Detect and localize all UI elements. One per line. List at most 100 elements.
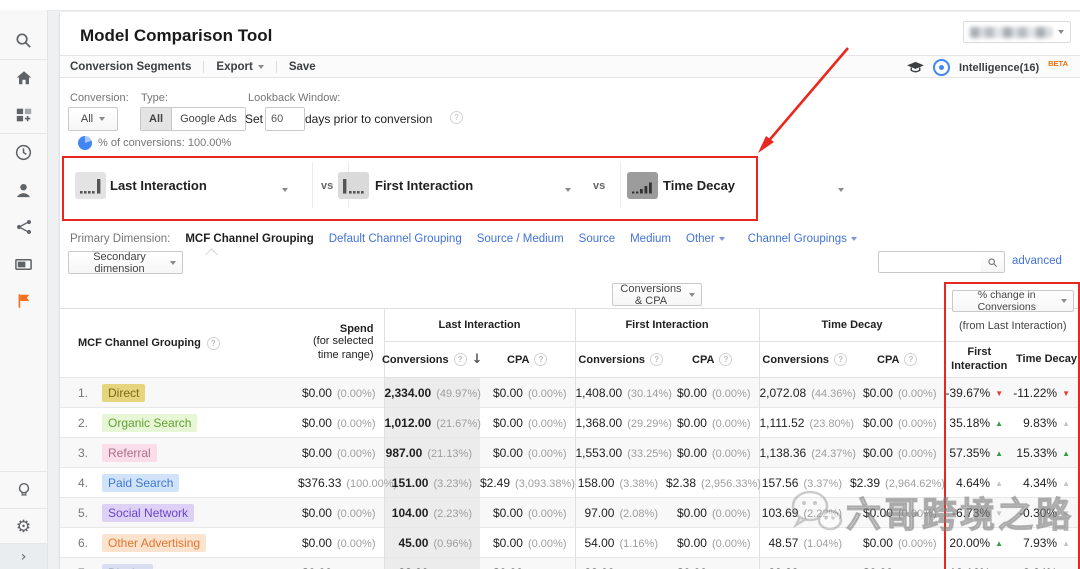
sort-descending-icon[interactable]: ↓ (472, 352, 483, 367)
metric-percent: (2.23%) (433, 507, 472, 520)
metric-percent: (24.37%) (811, 447, 856, 460)
dimension-tab-other[interactable]: Other (686, 233, 725, 245)
flag-icon (18, 294, 29, 308)
metric-selector-dropdown[interactable]: Conversions & CPA (612, 283, 702, 307)
sidebar-item-audience[interactable] (0, 172, 47, 208)
metric-value: 987.00 (385, 445, 423, 460)
metric-value: 97.00 (584, 505, 615, 520)
dimension-tab-default-channel-grouping[interactable]: Default Channel Grouping (329, 233, 462, 245)
channel-chip[interactable]: Paid Search (102, 473, 180, 492)
conversion-segments-button[interactable]: Conversion Segments (70, 61, 191, 73)
channel-chip[interactable]: Referral (102, 443, 157, 462)
group-header-time-decay: Time Decay (758, 308, 946, 342)
chevron-down-icon (689, 292, 695, 297)
metric-value: $0.00 (301, 445, 332, 460)
metric-cell: 1,553.00 (33.25%) (574, 437, 672, 468)
metric-cell: 1,012.00 (21.67%) (383, 407, 481, 438)
time-decay-model-icon (627, 172, 658, 199)
help-icon[interactable]: ? (534, 353, 548, 366)
pct-first-interaction-header: First Interaction (944, 341, 1014, 378)
metric-cell: $2.38 (2,956.33%) (666, 467, 761, 498)
model-selector-2[interactable]: First Interaction (375, 178, 473, 193)
metric-cell: 54.00 (1.16%) (574, 527, 666, 558)
channel-chip[interactable]: Social Network (102, 503, 195, 522)
dimension-tab-source-medium[interactable]: Source / Medium (477, 233, 564, 245)
secondary-dimension-button[interactable]: Secondary dimension (68, 251, 183, 275)
sidebar-collapse-toggle[interactable]: › (0, 544, 47, 569)
date-range-picker[interactable] (963, 21, 1071, 43)
sidebar-item-customization[interactable] (0, 97, 47, 133)
td-conversions-header[interactable]: Conversions? (758, 341, 850, 378)
sidebar-item-conversions[interactable] (0, 283, 47, 319)
help-icon[interactable]: ? (206, 336, 220, 350)
sidebar-item-realtime[interactable] (0, 134, 47, 170)
channel-cell: 1. Direct (60, 377, 298, 408)
help-icon[interactable]: ? (450, 111, 463, 124)
save-button[interactable]: Save (289, 61, 316, 73)
metric-value: 45.00 (398, 535, 429, 550)
sidebar-item-admin[interactable]: ⚙ (0, 509, 47, 545)
dimension-tab-mcf-channel-grouping[interactable]: MCF Channel Grouping (185, 233, 314, 261)
advanced-link[interactable]: advanced (1012, 255, 1062, 267)
chevron-down-icon[interactable] (565, 188, 571, 192)
sidebar-item-home[interactable] (0, 60, 47, 96)
gear-icon: ⚙ (15, 516, 32, 537)
metric-value: 1,553.00 (575, 445, 623, 460)
metric-cell: $376.33 (100.00%) (298, 467, 397, 498)
channel-cell: 5. Social Network (60, 497, 298, 528)
model-selector-3[interactable]: Time Decay (663, 178, 735, 193)
type-toggle-google-ads[interactable]: Google Ads (172, 108, 245, 130)
metric-percent: (0.00%) (897, 387, 937, 400)
metric-percent: (0.00%) (336, 387, 376, 400)
pct-change-cell: -13.16%▼ (944, 557, 1014, 569)
model-selector-1[interactable]: Last Interaction (110, 178, 207, 193)
intelligence-icon (933, 59, 951, 76)
fi-conversions-header[interactable]: Conversions? (574, 341, 666, 378)
lookback-days-input[interactable] (265, 107, 305, 131)
chevron-down-icon (99, 117, 106, 121)
help-icon[interactable]: ? (650, 353, 664, 366)
change-arrow-icon: ▼ (1062, 508, 1071, 518)
dimension-tab-source[interactable]: Source (579, 233, 615, 245)
dimension-tab-medium[interactable]: Medium (630, 233, 671, 245)
intelligence-badge[interactable]: Intelligence(16) BETA (907, 56, 1068, 79)
li-conversions-header[interactable]: Conversions? ↓ (382, 341, 483, 378)
metric-cell: 2,072.08 (44.36%) (758, 377, 856, 408)
conversion-select[interactable]: All (68, 107, 118, 131)
channel-chip[interactable]: Other Advertising (102, 533, 207, 552)
pct-change-cell: -39.67% ▼ (944, 377, 1014, 408)
table-search-input[interactable] (878, 251, 982, 273)
metric-value: $0.00 (676, 505, 707, 520)
li-cpa-header[interactable]: CPA? (480, 341, 575, 378)
channel-cell: 6. Other Advertising (60, 527, 298, 558)
metric-cell: 1,138.36 (24.37%) (758, 437, 856, 468)
chevron-down-icon[interactable] (282, 188, 288, 192)
metric-value: 151.00 (391, 475, 429, 490)
channel-groupings-dropdown[interactable]: Channel Groupings (748, 233, 857, 245)
metric-value: $2.38 (666, 475, 697, 490)
sidebar-item-discover[interactable] (0, 472, 47, 508)
table-search-button[interactable] (981, 251, 1005, 273)
help-icon[interactable]: ? (719, 353, 733, 366)
sidebar-item-acquisition[interactable] (0, 209, 47, 245)
fi-cpa-header[interactable]: CPA? (666, 341, 759, 378)
help-icon[interactable]: ? (834, 353, 848, 366)
pct-change-dropdown[interactable]: % change in Conversions (951, 289, 1074, 313)
help-icon[interactable]: ? (904, 353, 918, 366)
chevron-down-icon[interactable] (838, 188, 844, 192)
channel-chip[interactable]: Display (102, 563, 154, 569)
channel-cell: 2. Organic Search (60, 407, 298, 438)
td-cpa-header[interactable]: CPA? (850, 341, 946, 378)
pct-change-value: -39.67% (945, 385, 991, 400)
type-toggle-all[interactable]: All (141, 108, 173, 130)
sidebar-item-search[interactable] (0, 22, 47, 58)
channel-chip[interactable]: Organic Search (102, 413, 198, 432)
metric-value: $0.00 (862, 385, 893, 400)
metric-cell: 1,111.52 (23.80%) (758, 407, 854, 438)
conversions-note: % of conversions: 100.00% (78, 136, 231, 150)
sidebar-item-behavior[interactable] (0, 246, 47, 282)
channel-chip[interactable]: Direct (102, 383, 146, 402)
channel-column-header[interactable]: MCF Channel Grouping? (60, 308, 298, 378)
export-button[interactable]: Export (216, 61, 264, 73)
help-icon[interactable]: ? (453, 353, 467, 366)
